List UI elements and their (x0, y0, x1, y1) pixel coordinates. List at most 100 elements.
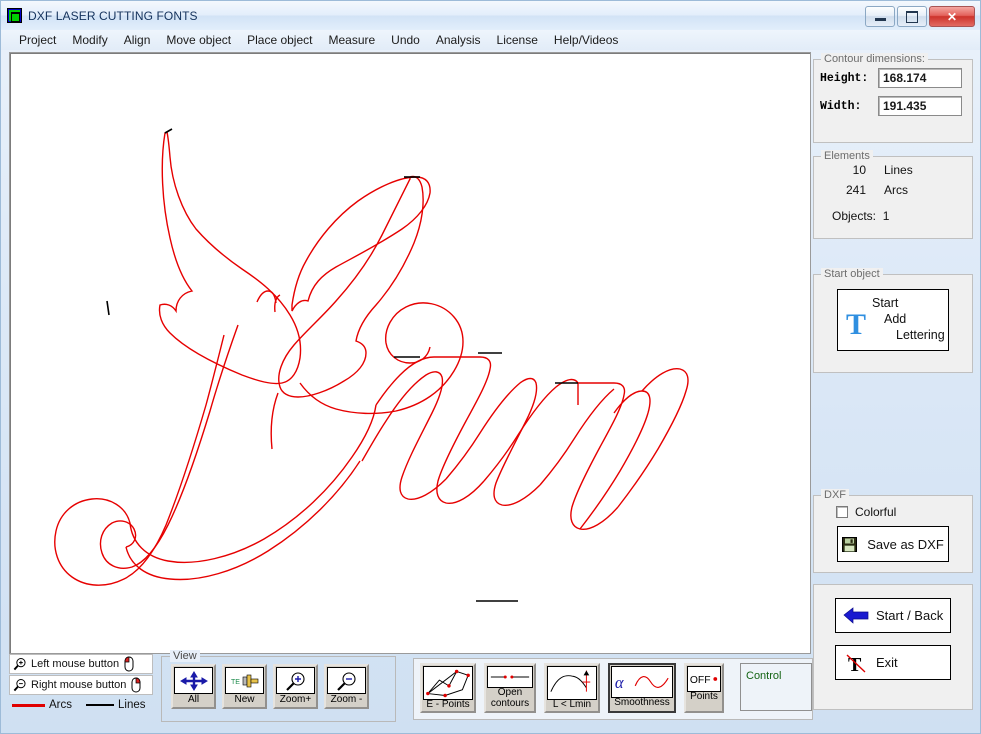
magnifier-minus-icon (327, 667, 366, 694)
menu-item-undo[interactable]: Undo (383, 31, 428, 49)
magnifier-plus-icon (276, 667, 315, 694)
magnifier-minus-icon (13, 678, 26, 691)
view-button-new-label: New (234, 694, 255, 705)
close-button[interactable]: ✕ (929, 6, 975, 27)
legend-label-right: Right mouse button (31, 679, 127, 691)
drawing-canvas[interactable] (9, 52, 811, 654)
view-panel: View All TE New Zoom+ Zoom - (161, 650, 396, 722)
svg-text:TE: TE (231, 679, 240, 686)
elements-row-lines: 10 Lines (814, 163, 972, 177)
view-button-all[interactable]: All (171, 664, 216, 709)
view-button-zoom-out[interactable]: Zoom - (324, 664, 369, 709)
control-button-smoothness-label: Smoothness (614, 697, 670, 708)
view-button-new[interactable]: TE New (222, 664, 267, 709)
arcs-label: Arcs (884, 183, 908, 197)
control-status-box: Control (740, 663, 812, 711)
start-object-title: Start object (821, 268, 883, 280)
menu-item-place-object[interactable]: Place object (239, 31, 320, 49)
lines-label: Lines (884, 163, 913, 177)
open-contour-icon (487, 666, 533, 688)
application-window: DXF LASER CUTTING FONTS ✕ Project Modify… (0, 0, 981, 734)
letter-t-icon: T (846, 308, 867, 341)
menu-item-license[interactable]: License (489, 31, 546, 49)
menu-bar: Project Modify Align Move object Place o… (1, 30, 980, 50)
width-label: Width: (820, 99, 862, 113)
exit-button[interactable]: T Exit (835, 645, 951, 680)
objects-label: Objects: (832, 209, 877, 223)
height-label: Height: (820, 71, 869, 85)
arcs-color-swatch (12, 703, 45, 707)
control-button-e-points-label: E - Points (426, 698, 470, 710)
save-as-dxf-button[interactable]: Save as DXF (837, 526, 949, 562)
start-back-button[interactable]: Start / Back (835, 598, 951, 633)
start-add-line2: Add (884, 312, 907, 326)
lines-color-swatch (86, 704, 114, 706)
contour-artwork (54, 128, 689, 602)
objects-value: 1 (882, 209, 890, 223)
menu-item-help-videos[interactable]: Help/Videos (546, 31, 627, 49)
legend-row-right-mouse: Right mouse button (9, 675, 153, 695)
letter-t-crossed-icon: T (836, 651, 876, 675)
off-points-icon: OFF (687, 666, 721, 692)
objects-row: Objects: 1 (832, 209, 972, 223)
control-button-open-contours-label-2: contours (490, 697, 530, 709)
menu-item-move-object[interactable]: Move object (158, 31, 239, 49)
elements-group: Elements 10 Lines 241 Arcs Objects: 1 (813, 150, 973, 239)
start-add-line1: Start (872, 296, 899, 310)
maximize-button[interactable] (897, 6, 927, 27)
height-input[interactable]: 168.174 (878, 68, 962, 88)
contour-dimensions-group: Contour dimensions: Height: 168.174 Widt… (813, 53, 973, 143)
elements-title: Elements (821, 150, 873, 162)
magnifier-plus-icon (13, 657, 26, 670)
control-status-label: Control (746, 670, 782, 682)
legend-label-left: Left mouse button (31, 658, 120, 670)
mouse-left-icon (124, 656, 134, 672)
control-button-l-lmin-label: L < Lmin (552, 698, 592, 710)
start-object-group: Start object T Start Add Lettering (813, 268, 973, 373)
control-button-e-points[interactable]: E - Points (420, 663, 476, 713)
menu-item-modify[interactable]: Modify (64, 31, 115, 49)
mouse-legend: Left mouse button Right mouse button Arc… (9, 654, 153, 726)
arcs-count: 241 (845, 183, 866, 197)
app-icon (7, 8, 22, 23)
control-button-open-contours[interactable]: Open contours (484, 663, 536, 713)
window-title: DXF LASER CUTTING FONTS (28, 8, 198, 23)
legend-row-left-mouse: Left mouse button (9, 654, 153, 674)
svg-text:α: α (615, 673, 624, 692)
move-arrows-icon (174, 667, 213, 694)
width-input[interactable]: 191.435 (878, 96, 962, 116)
arcs-label: Arcs (49, 699, 72, 711)
minimize-button[interactable] (865, 6, 895, 27)
colorful-checkbox-row[interactable]: Colorful (836, 505, 972, 519)
control-button-points-label: Points (690, 691, 718, 702)
legend-color-keys: Arcs Lines (9, 699, 153, 711)
mouse-right-icon (131, 677, 141, 693)
polygon-endpoints-icon (423, 666, 473, 700)
save-as-dxf-label: Save as DXF (867, 536, 944, 552)
menu-item-analysis[interactable]: Analysis (428, 31, 489, 49)
menu-item-align[interactable]: Align (116, 31, 159, 49)
width-row: Width: 191.435 (820, 96, 972, 116)
colorful-checkbox[interactable] (836, 506, 848, 518)
short-segment-icon (547, 666, 597, 700)
control-button-points[interactable]: OFF Points (684, 663, 724, 713)
menu-item-project[interactable]: Project (11, 31, 64, 49)
arrow-left-icon (836, 606, 876, 625)
control-button-smoothness[interactable]: α Smoothness (608, 663, 676, 713)
floppy-disk-icon (842, 536, 858, 552)
window-controls: ✕ (865, 6, 975, 27)
start-add-lettering-button[interactable]: T Start Add Lettering (837, 289, 949, 351)
height-row: Height: 168.174 (820, 68, 972, 88)
dxf-title: DXF (821, 489, 849, 501)
navigation-group: Start / Back T Exit (813, 584, 973, 710)
menu-item-measure[interactable]: Measure (320, 31, 383, 49)
alpha-curve-icon: α (611, 666, 673, 698)
control-panel: E - Points Open contours L < Lmin α Smoo… (413, 658, 813, 720)
view-button-all-label: All (187, 694, 200, 705)
view-panel-title: View (170, 650, 200, 662)
start-back-label: Start / Back (876, 608, 944, 623)
view-button-zoom-in[interactable]: Zoom+ (273, 664, 318, 709)
start-add-line3: Lettering (896, 328, 945, 342)
view-button-zoom-out-label: Zoom - (330, 694, 363, 705)
control-button-l-lmin[interactable]: L < Lmin (544, 663, 600, 713)
